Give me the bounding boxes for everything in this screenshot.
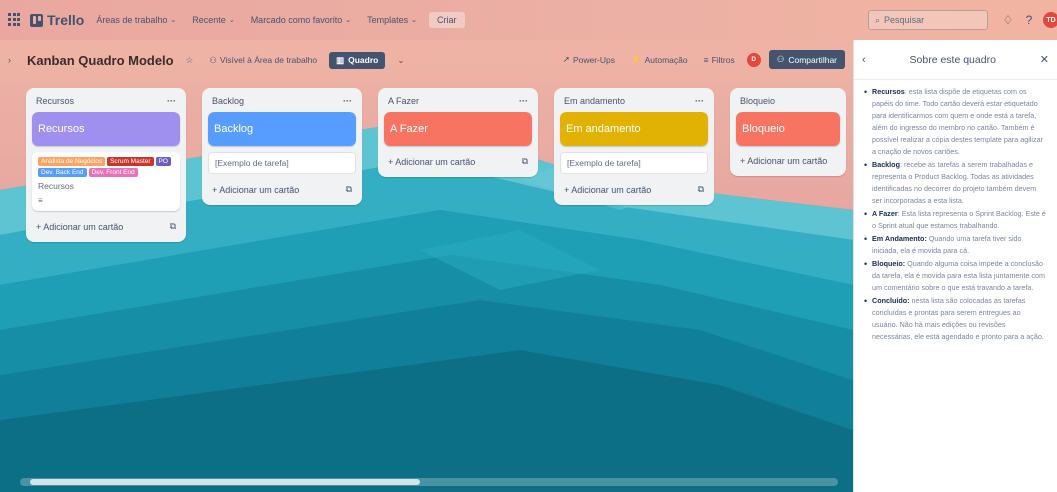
list-bloqueio: Bloqueio Bloqueio + Adicionar um cartão [730,88,846,176]
add-person-icon: ⚇ [776,54,785,64]
about-board-panel: ‹ Sobre este quadro ✕ Recursos: esta lis… [853,40,1057,492]
list-menu-icon[interactable]: ··· [343,96,352,106]
panel-title: Sobre este quadro [909,53,996,66]
card-example-task[interactable]: [Exemplo de tarefa] [560,152,708,174]
back-icon[interactable]: ‹ [862,54,866,66]
app-name: Trello [47,12,85,28]
template-icon[interactable]: ⧉ [170,221,176,232]
add-card-button[interactable]: + Adicionar um cartão ⧉ [560,180,708,199]
card-title: Recursos [38,181,74,191]
automation-button[interactable]: ⚡ Automação [627,51,692,68]
board-description[interactable]: Recursos: esta lista dispõe de etiquetas… [854,80,1057,343]
scrollbar-thumb[interactable] [30,479,420,485]
board-header: › Kanban Quadro Modelo ☆ ⚇ Visível à Área… [0,40,853,80]
nav-starred[interactable]: Marcado como favorito ⌄ [247,12,355,28]
description-item: A Fazer: Esta lista representa o Sprint … [862,208,1047,232]
list-title[interactable]: A Fazer [388,96,419,106]
create-button[interactable]: Criar [429,12,465,28]
description-item: Em Andamento: Quando uma tarefa tiver si… [862,233,1047,257]
nav-recent[interactable]: Recente ⌄ [188,12,238,28]
label-po: PO [155,157,171,166]
rocket-icon: ➚ [562,54,570,64]
search-icon: ⌕ [875,14,881,25]
chevron-down-icon: ⌄ [397,54,405,65]
notifications-icon[interactable]: ♢ [1000,12,1016,28]
visibility-button[interactable]: ⚇ Visível à Área de trabalho [205,52,321,69]
star-icon: ☆ [185,54,194,65]
template-icon[interactable]: ⧉ [346,184,352,195]
chevron-down-icon: ⌄ [345,17,352,24]
list-menu-icon[interactable]: ··· [167,96,176,106]
lightning-icon: ⚡ [631,54,642,64]
expand-sidebar-icon[interactable]: › [8,55,11,65]
view-switcher-chevron[interactable]: ⌄ [393,52,408,69]
description-icon: ≡ [38,196,43,205]
add-card-button[interactable]: + Adicionar um cartão ⧉ [384,152,532,171]
nav-workspaces[interactable]: Áreas de trabalho ⌄ [92,12,180,28]
card-cover: Backlog [208,112,356,146]
card-labels: Analista de Negócios Scrum Master PO Dev… [32,152,180,179]
card-example-task[interactable]: [Exemplo de tarefa] [208,152,356,174]
list-title[interactable]: Backlog [212,96,244,106]
card-a-fazer[interactable]: A Fazer [384,112,532,146]
app-switcher-icon[interactable] [8,13,22,27]
trello-logo[interactable]: Trello [30,12,84,28]
card-cover: Recursos [32,112,180,146]
nav-templates[interactable]: Templates ⌄ [363,12,421,28]
close-icon[interactable]: ✕ [1040,53,1049,66]
template-icon[interactable]: ⧉ [522,156,528,167]
description-item: Concluído: nesta lista são colocadas as … [862,295,1047,343]
help-icon[interactable]: ? [1021,12,1037,28]
label-analista: Analista de Negócios [38,157,106,166]
list-title[interactable]: Em andamento [564,96,625,106]
add-card-button[interactable]: + Adicionar um cartão ⧉ [208,180,356,199]
board-title[interactable]: Kanban Quadro Modelo [27,53,174,68]
card-cover: Em andamento [560,112,708,146]
powerups-button[interactable]: ➚ Power-Ups [559,51,619,68]
list-a-fazer: A Fazer ··· A Fazer + Adicionar um cartã… [378,88,538,177]
label-dev-back-end: Dev. Back End [38,168,87,177]
add-card-button[interactable]: + Adicionar um cartão ⧉ [32,217,180,236]
description-item: Bloqueio: Quando alguma coisa impede a c… [862,258,1047,294]
search-placeholder: Pesquisar [884,15,925,25]
card-recursos[interactable]: Recursos [32,112,180,146]
member-avatar[interactable]: D [746,52,761,67]
description-item: Recursos: esta lista dispõe de etiquetas… [862,86,1047,158]
description-item: Backlog: recebe as tarefas a serem traba… [862,159,1047,207]
chevron-down-icon: ⌄ [170,17,177,24]
card-cover: A Fazer [384,112,532,146]
chevron-down-icon: ⌄ [228,17,235,24]
list-menu-icon[interactable]: ··· [519,96,528,106]
list-em-andamento: Em andamento ··· Em andamento [Exemplo d… [554,88,714,205]
board-view-icon: ▥ [336,54,345,65]
template-icon[interactable]: ⧉ [698,184,704,195]
user-avatar[interactable]: TD [1043,12,1057,28]
list-menu-icon[interactable]: ··· [695,96,704,106]
list-recursos: Recursos ··· Recursos Analista de Negóci… [26,88,186,242]
filter-icon: ≡ [703,54,709,65]
list-backlog: Backlog ··· Backlog [Exemplo de tarefa] … [202,88,362,205]
search-input[interactable]: ⌕ Pesquisar [868,10,988,30]
chevron-down-icon: ⌄ [411,17,418,24]
board-scrollbar[interactable] [20,478,838,486]
card-cover: Bloqueio [736,112,840,146]
trello-mark-icon [30,13,43,27]
star-board-button[interactable]: ☆ [182,52,198,69]
add-card-button[interactable]: + Adicionar um cartão [736,152,840,170]
board-actions: ➚ Power-Ups ⚡ Automação ≡ Filtros D ⚇ Compar… [559,50,845,69]
label-dev-front-end: Dev. Front End [88,168,138,177]
filters-button[interactable]: ≡ Filtros [700,52,739,68]
label-scrum-master: Scrum Master [107,157,154,166]
card-recursos-labels[interactable]: Analista de Negócios Scrum Master PO Dev… [32,152,180,211]
share-button[interactable]: ⚇ Compartilhar [768,50,845,69]
card-bloqueio[interactable]: Bloqueio [736,112,840,146]
card-backlog[interactable]: Backlog [208,112,356,146]
list-title[interactable]: Bloqueio [740,96,775,106]
board-view-button[interactable]: ▥ Quadro [329,51,386,69]
people-icon: ⚇ [209,54,217,65]
list-title[interactable]: Recursos [36,96,74,106]
card-em-andamento[interactable]: Em andamento [560,112,708,146]
